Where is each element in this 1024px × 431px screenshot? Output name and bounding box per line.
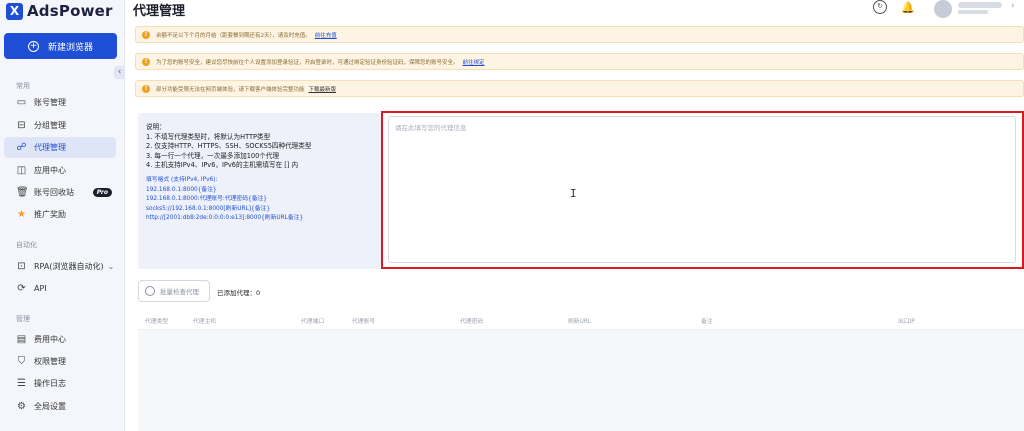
api-icon: ⟳ — [17, 283, 26, 294]
sidebar-item-label: 应用中心 — [34, 166, 66, 175]
format-example: http://[2001:db8:2de:0:0:0:0:e13]:8000{刷… — [146, 215, 304, 222]
sidebar-item-label: 账号回收站 — [34, 188, 74, 197]
notice-download: ! 部分功能受限无法在网页端体验，请下载客户端体验完整功能 下载最新版 — [135, 80, 1024, 97]
column-header: 代理端口 — [301, 319, 325, 325]
proxy-icon: ☍ — [16, 142, 27, 153]
warning-icon: ! — [142, 84, 150, 93]
text-cursor-icon: I — [570, 187, 577, 200]
user-info-redacted — [958, 10, 988, 14]
shield-icon: ⛉ — [17, 356, 26, 367]
chevron-down-icon: ⌄ — [107, 262, 115, 271]
notice-text: 余额不足以下个月的月结（距套餐到期还有2天），请及时充值。 — [156, 32, 311, 39]
added-proxy-count: 已添加代理：0 — [217, 289, 261, 297]
batch-check-label: 批量检查代理 — [160, 288, 199, 296]
instruction-line: 3. 每一行一个代理，一次最多添加100个代理 — [146, 151, 280, 160]
new-browser-button[interactable]: + 新建浏览器 — [4, 33, 117, 59]
trash-icon: 🗑 — [16, 187, 29, 198]
sidebar-item-label: RPA(浏览器自动化) — [34, 262, 104, 271]
sidebar-item-settings[interactable]: ⚙ 全局设置 — [4, 396, 116, 417]
instructions-title: 说明： — [146, 123, 166, 131]
sidebar-item-label: 账号管理 — [34, 98, 66, 107]
warning-icon: ! — [142, 57, 150, 66]
column-header: 出口IP — [898, 319, 915, 325]
instructions-panel: 说明： 1. 不填写代理类型时，将默认为HTTP类型 2. 仅支持HTTP、HT… — [138, 113, 382, 269]
instruction-line: 2. 仅支持HTTP、HTTPS、SSH、SOCKS5四种代理类型 — [146, 142, 312, 151]
sidebar-item-label: 代理管理 — [34, 143, 66, 152]
column-header: 备注 — [701, 319, 713, 325]
app-icon: ◫ — [16, 165, 27, 176]
sidebar-item-label: 全局设置 — [34, 402, 66, 411]
adspower-logo-icon: X — [6, 2, 23, 20]
sidebar-item-billing[interactable]: ▤ 费用中心 — [4, 329, 116, 350]
plus-icon: + — [27, 40, 39, 52]
sidebar-item-label: 分组管理 — [34, 121, 66, 130]
sidebar-item-label: 费用中心 — [34, 335, 66, 344]
proxy-input-highlight: I — [381, 111, 1024, 269]
column-header: 代理类型 — [145, 319, 169, 325]
sidebar-item-logs[interactable]: ☰ 操作日志 — [4, 373, 116, 394]
sidebar-item-groups[interactable]: ⊟ 分组管理 — [4, 115, 116, 136]
warning-icon: ! — [142, 30, 150, 39]
bind-link[interactable]: 前往绑定 — [463, 58, 485, 66]
notice-text: 部分功能受限无法在网页端体验，请下载客户端体验完整功能 — [156, 86, 305, 93]
sidebar-item-rpa[interactable]: ⊡ RPA(浏览器自动化) ⌄ — [4, 256, 116, 277]
page-title: 代理管理 — [133, 4, 186, 19]
settings-icon: ⚙ — [17, 401, 26, 412]
notice-text: 为了您的账号安全，建议您尽快前往个人设置添加登录验证，开启登录时，可通过绑定验证… — [156, 59, 459, 66]
collapse-sidebar-icon[interactable]: ‹ — [114, 66, 125, 79]
sidebar-item-label: API — [34, 284, 47, 293]
sidebar-item-label: 推广奖励 — [34, 210, 66, 219]
recharge-link[interactable]: 前往充值 — [315, 31, 337, 39]
sidebar-item-proxy[interactable]: ☍ 代理管理 — [4, 137, 116, 158]
sidebar: X AdsPower + 新建浏览器 ‹ 常用 ▭ 账号管理 ⊟ 分组管理 ☍ … — [0, 0, 125, 431]
folder-icon: ▭ — [16, 97, 27, 108]
rpa-icon: ⊡ — [17, 261, 26, 272]
sidebar-item-api[interactable]: ⟳ API — [4, 278, 116, 299]
search-icon — [145, 286, 155, 296]
sidebar-item-trash[interactable]: 🗑 账号回收站 Pro — [4, 182, 116, 203]
notice-security: ! 为了您的账号安全，建议您尽快前往个人设置添加登录验证，开启登录时，可通过绑定… — [135, 53, 1024, 70]
column-header: 代理账号 — [352, 319, 376, 325]
sync-icon[interactable]: ↻ — [873, 0, 887, 14]
format-example: 192.168.0.1:8000{备注} — [146, 186, 217, 193]
new-browser-label: 新建浏览器 — [47, 42, 93, 53]
format-example: 192.168.0.1:8000:代理账号:代理密码{备注} — [146, 196, 267, 203]
bell-icon[interactable]: 🔔 — [901, 1, 915, 15]
avatar[interactable] — [934, 0, 952, 18]
column-header: 刷新URL — [568, 319, 592, 325]
download-link[interactable]: 下载最新版 — [309, 85, 337, 93]
proxy-table-body — [138, 330, 1024, 431]
star-icon: ★ — [17, 209, 26, 220]
user-name-redacted — [958, 2, 1002, 8]
sidebar-item-app-center[interactable]: ◫ 应用中心 — [4, 160, 116, 181]
column-header: 代理密码 — [460, 319, 484, 325]
sidebar-item-referral[interactable]: ★ 推广奖励 — [4, 204, 116, 225]
pro-badge: Pro — [92, 188, 112, 197]
chevron-right-icon[interactable]: › — [1011, 1, 1015, 11]
batch-check-proxy-button[interactable]: 批量检查代理 — [138, 280, 210, 302]
section-title-common: 常用 — [16, 82, 30, 90]
sidebar-item-accounts[interactable]: ▭ 账号管理 — [4, 92, 116, 113]
billing-icon: ▤ — [16, 334, 27, 345]
instruction-line: 4. 主机支持IPv4、IPv6，IPv6的主机需填写在 [] 内 — [146, 161, 299, 170]
main-content: 代理管理 ↻ 🔔 › ! 余额不足以下个月的月结（距套餐到期还有2天），请及时充… — [125, 0, 1024, 431]
column-header: 代理主机 — [193, 319, 217, 325]
sidebar-item-label: 操作日志 — [34, 379, 66, 388]
format-example: socks5://192.168.0.1:8000[刷新URL]{备注} — [146, 205, 271, 212]
log-icon: ☰ — [17, 378, 26, 389]
proxy-table-header: 代理类型 代理主机 代理端口 代理账号 代理密码 刷新URL 备注 出口IP — [138, 308, 1024, 330]
sidebar-item-label: 权限管理 — [34, 357, 66, 366]
notice-balance: ! 余额不足以下个月的月结（距套餐到期还有2天），请及时充值。 前往充值 — [135, 26, 1024, 43]
sidebar-item-permissions[interactable]: ⛉ 权限管理 — [4, 351, 116, 372]
section-title-manage: 管理 — [16, 315, 30, 323]
proxy-input[interactable] — [388, 116, 1016, 263]
app-logo[interactable]: X AdsPower — [6, 2, 113, 20]
app-logo-text: AdsPower — [27, 2, 113, 20]
instruction-line: 1. 不填写代理类型时，将默认为HTTP类型 — [146, 132, 271, 141]
section-title-automation: 自动化 — [16, 241, 37, 249]
format-title: 填写格式 (支持IPv4, IPv6): — [146, 176, 218, 183]
group-folder-icon: ⊟ — [17, 120, 26, 131]
